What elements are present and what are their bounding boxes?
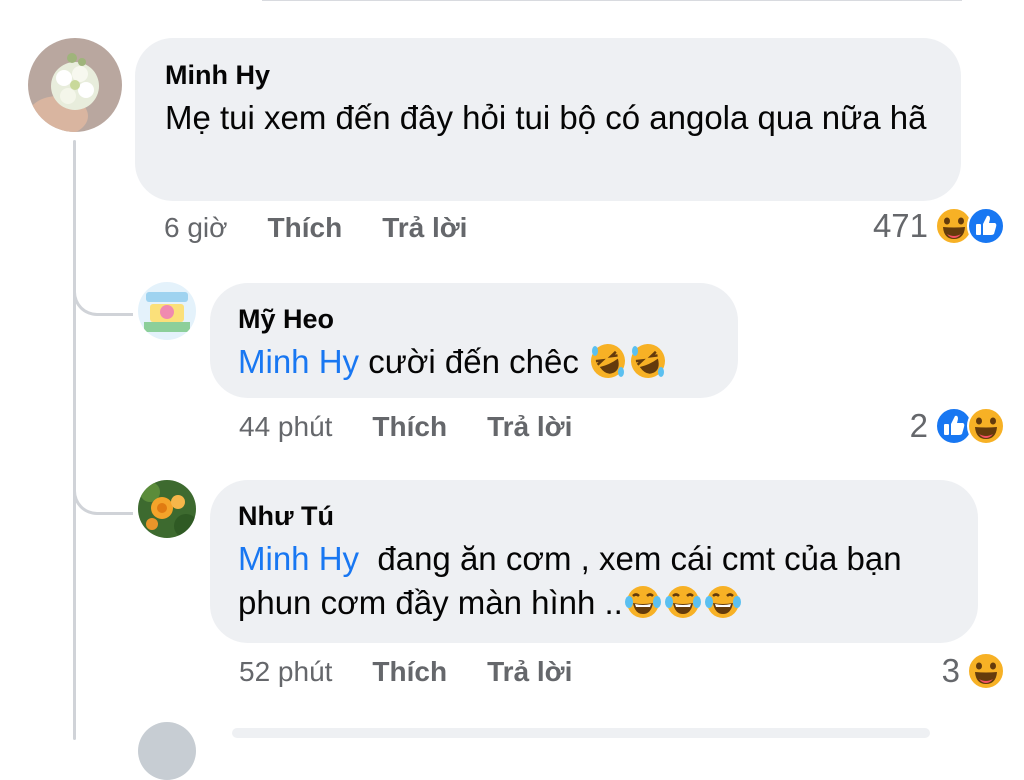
avatar-nhu-tu[interactable] [138,480,196,538]
comment-time[interactable]: 52 phút [239,656,332,688]
haha-icon [966,651,1006,691]
comment-time[interactable]: 44 phút [239,411,332,443]
reaction-summary[interactable]: 471 [873,206,1006,246]
like-button[interactable]: Thích [372,411,447,443]
like-button[interactable]: Thích [372,656,447,688]
rofl-emoji [628,341,668,381]
rofl-emoji [588,341,628,381]
comment-actions: 52 phút Thích Trả lời [239,656,572,688]
avatar-my-heo[interactable] [138,282,196,340]
like-button[interactable]: Thích [268,212,343,244]
haha-icon [966,406,1006,446]
tears-of-joy-emoji [703,582,743,622]
comment-actions: 6 giờ Thích Trả lời [164,212,467,244]
comment-bubble: Mỹ Heo Minh Hy cười đến chêc [210,283,738,398]
reaction-count: 3 [941,652,960,689]
comment-actions: 44 phút Thích Trả lời [239,411,572,443]
reply-button[interactable]: Trả lời [487,656,572,688]
tears-of-joy-emoji [623,582,663,622]
avatar-next-comment[interactable] [138,722,196,780]
comment-text: Minh Hy đang ăn cơm , xem cái cmt của bạ… [238,537,950,625]
reaction-summary[interactable]: 3 [942,651,1006,691]
comment-body: cười đến chêc [368,343,579,380]
mention-link[interactable]: Minh Hy [238,343,359,380]
reaction-summary[interactable]: 2 [910,406,1006,446]
thread-connector [73,286,133,316]
avatar-minh-hy[interactable] [28,38,122,132]
comment-bubble: Như Tú Minh Hy đang ăn cơm , xem cái cmt… [210,480,978,643]
comment-text: Mẹ tui xem đến đây hỏi tui bộ có angola … [165,99,927,136]
comment-author[interactable]: Như Tú [238,499,950,533]
reaction-count: 2 [909,407,928,444]
thread-connector [73,485,133,515]
mention-link[interactable]: Minh Hy [238,540,359,577]
reply-button[interactable]: Trả lời [382,212,467,244]
reaction-count: 471 [872,207,928,244]
comment-bubble: Minh Hy Mẹ tui xem đến đây hỏi tui bộ có… [135,38,961,201]
reply-button[interactable]: Trả lời [487,411,572,443]
divider [262,0,962,1]
tears-of-joy-emoji [663,582,703,622]
thread-line [73,140,76,740]
like-icon [966,206,1006,246]
comment-text: Minh Hy cười đến chêc [238,340,710,384]
comment-time[interactable]: 6 giờ [164,212,228,244]
comment-author[interactable]: Minh Hy [165,58,931,92]
comment-author[interactable]: Mỹ Heo [238,302,710,336]
